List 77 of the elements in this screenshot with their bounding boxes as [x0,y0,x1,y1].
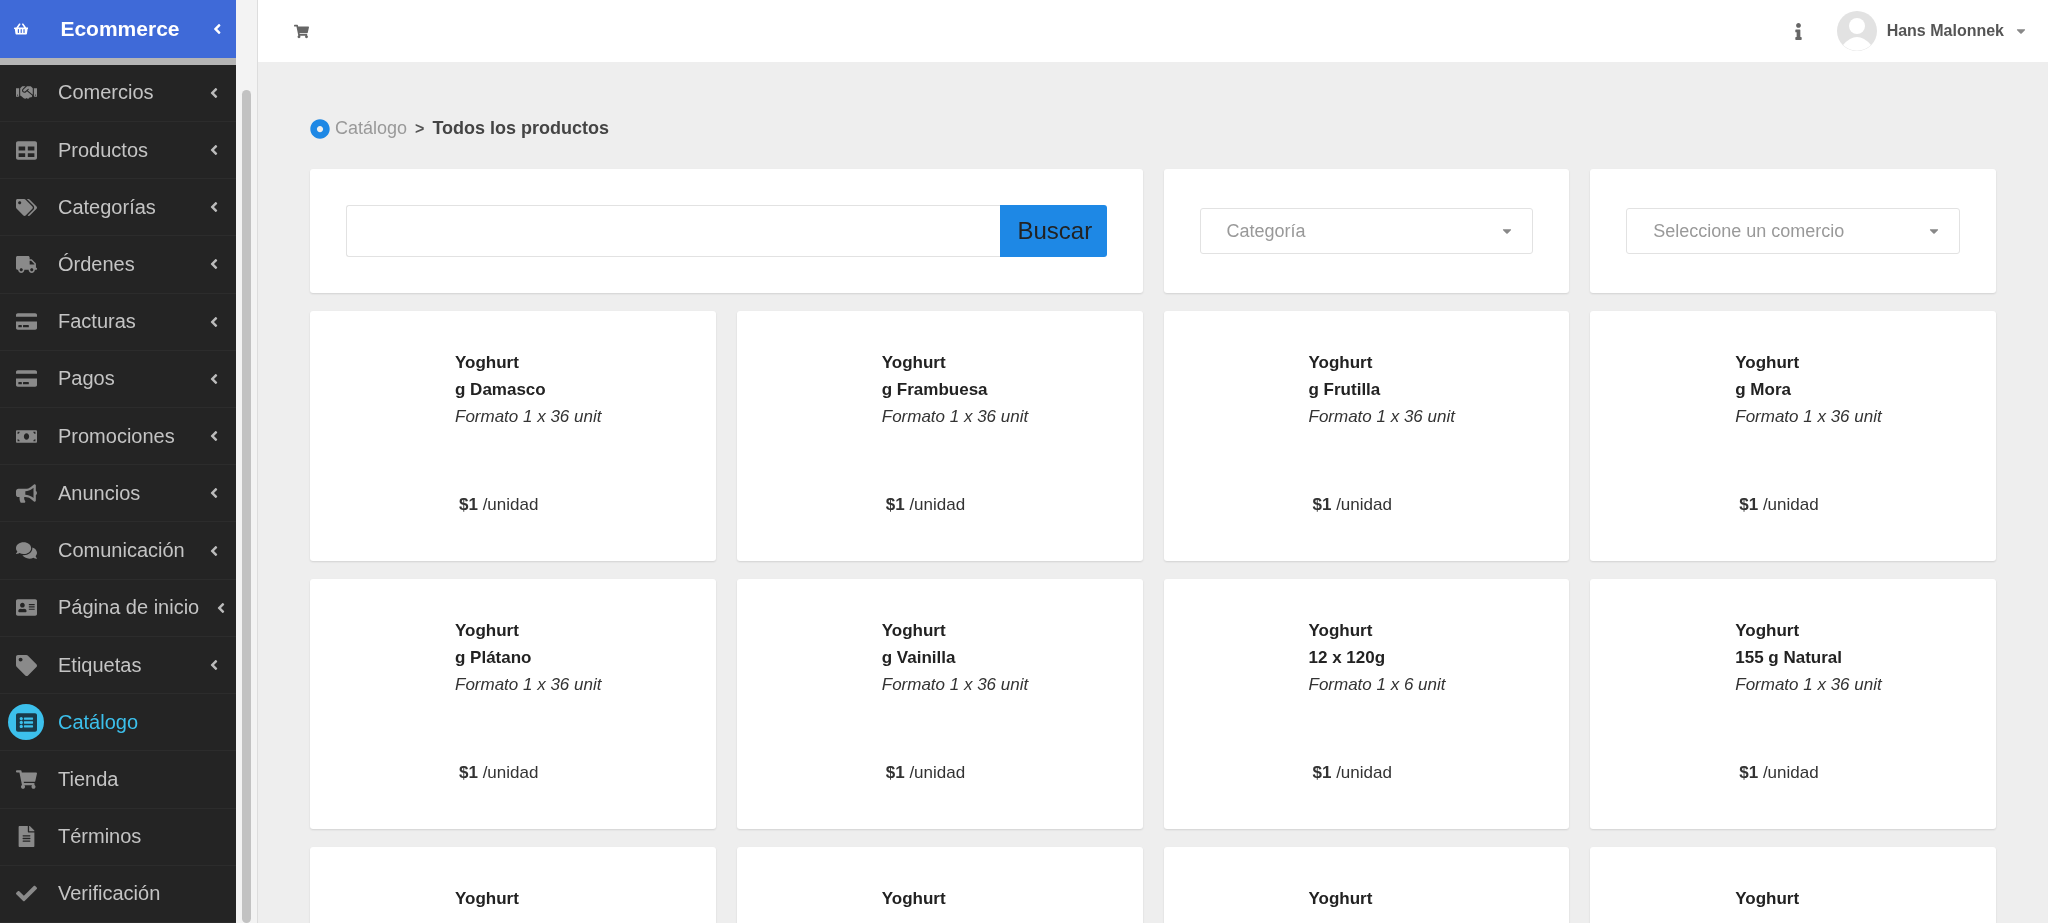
product-price: $1 /unidad [1738,495,1820,515]
product-card[interactable]: Yoghurt g Mora Formato 1 x 36 unit $1 /unidad [1590,311,1996,561]
tags-icon [15,196,37,218]
user-menu[interactable]: Hans Malonnek [1886,22,2004,40]
product-card[interactable]: Yoghurt [1163,847,1570,923]
product-price: $1 /unidad [458,495,540,515]
product-card[interactable]: Yoghurt g Damasco Formato 1 x 36 unit $1 /unidad [310,311,716,561]
product-title: Yoghurt [1308,888,1374,910]
product-format: Formato 1 x 36 unit [881,406,1030,428]
product-title: Yoghurt [1735,888,1801,910]
breadcrumb-separator: > [415,119,425,138]
product-card[interactable]: Yoghurt g Plátano Formato 1 x 36 unit $1 /unidad [310,579,716,829]
cart-icon [15,768,37,790]
product-title: Yoghurt [455,620,520,642]
chat-bubbles-icon [15,540,37,562]
product-card[interactable]: Yoghurt g Frambuesa Formato 1 x 36 unit $1 /unidad [736,311,1143,561]
product-title: Yoghurt [1735,620,1801,642]
product-price: $1 /unidad [884,763,967,783]
sidebar-item[interactable]: Catálogo [0,694,236,752]
product-name: g Frambuesa [881,379,989,401]
scrollbar-thumb[interactable] [242,90,251,923]
brand-title: Ecommerce [60,16,180,41]
product-name: g Vainilla [881,647,957,669]
product-format: Formato 1 x 6 unit [1308,674,1447,696]
product-name: 155 g Natural [1735,647,1843,669]
product-name: g Mora [1735,379,1792,401]
product-title: Yoghurt [1735,352,1801,374]
product-price: $1 /unidad [1738,763,1820,783]
product-format: Formato 1 x 36 unit [1308,406,1457,428]
megaphone-icon [15,482,37,504]
avatar-icon[interactable] [1836,11,1877,51]
product-format: Formato 1 x 36 unit [1735,674,1884,696]
sidebar-item[interactable]: Productos [0,121,236,180]
sidebar-header[interactable]: Ecommerce [0,0,236,65]
sidebar-item[interactable]: Promociones [0,408,236,466]
product-price: $1 /unidad [1311,763,1393,783]
list-icon [15,711,37,733]
sidebar-item[interactable]: Órdenes [0,236,236,294]
search-field[interactable] [346,205,1000,257]
product-card[interactable]: Yoghurt [736,847,1143,923]
product-title: Yoghurt [881,888,947,910]
product-title: Yoghurt [1308,352,1374,374]
id-card-icon [15,597,37,619]
tag-icon [15,654,37,676]
product-name: g Plátano [455,647,533,669]
sidebar-item[interactable]: Etiquetas [0,636,236,695]
table-icon [15,139,37,161]
product-name: g Damasco [455,379,547,401]
credit-card-icon [15,311,37,333]
search-button[interactable]: Buscar [999,205,1107,257]
product-format: Formato 1 x 36 unit [881,674,1030,696]
product-title: Yoghurt [1308,620,1374,642]
sidebar-item[interactable]: Página de inicio [0,579,236,637]
product-card[interactable]: Yoghurt g Vainilla Formato 1 x 36 unit $1 /unidad [736,579,1143,829]
product-card[interactable]: Yoghurt g Frutilla Formato 1 x 36 unit $1 /unidad [1163,311,1570,561]
product-card[interactable]: Yoghurt 155 g Natural Formato 1 x 36 unit $1 /unidad [1590,579,1996,829]
product-card[interactable]: Yoghurt 12 x 120g Formato 1 x 6 unit $1 /unidad [1163,579,1570,829]
product-price: $1 /unidad [458,763,540,783]
product-title: Yoghurt [455,352,520,374]
product-title: Yoghurt [881,620,947,642]
truck-icon [15,254,37,275]
product-card[interactable]: Yoghurt [310,847,716,923]
product-price: $1 /unidad [1311,495,1393,515]
product-title: Yoghurt [455,888,520,910]
product-name: 12 x 120g [1308,647,1387,669]
target-icon [310,118,330,139]
product-title: Yoghurt [881,352,947,374]
product-format: Formato 1 x 36 unit [455,674,603,696]
product-card[interactable]: Yoghurt [1590,847,1996,923]
product-format: Formato 1 x 36 unit [455,406,603,428]
breadcrumb-current: Todos los productos [432,118,610,139]
product-price: $1 /unidad [884,495,967,515]
product-format: Formato 1 x 36 unit [1735,406,1884,428]
breadcrumb-text: Catálogo [335,118,408,139]
cart-icon[interactable] [294,23,309,39]
credit-card-icon [15,368,37,390]
product-name: g Frutilla [1308,379,1382,401]
